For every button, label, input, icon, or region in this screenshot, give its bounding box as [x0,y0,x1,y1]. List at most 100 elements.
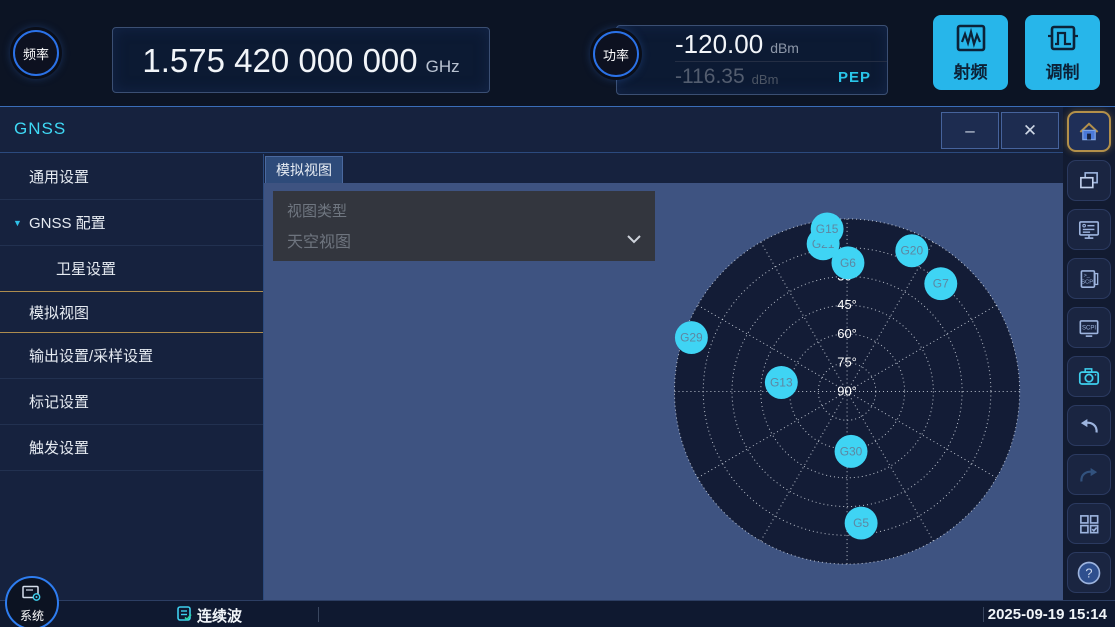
power-value: -120.00 [675,29,763,60]
sidebar-item-label: 输出设置/采样设置 [29,345,153,366]
satellite-G20[interactable]: G20 [895,234,928,267]
tab-bar: 模拟视图 [264,154,1063,183]
satellite-label: G13 [770,375,793,389]
satellite-G30[interactable]: G30 [835,435,868,468]
scpi-monitor-button[interactable]: SCPI [1067,307,1111,348]
satellite-G29[interactable]: G29 [675,321,708,354]
scpi-command-button[interactable]: >_SCPI [1067,258,1111,299]
sidebar-item-0[interactable]: 通用设置 [0,154,263,200]
satellite-label: G7 [933,277,949,291]
satellite-label: G15 [816,222,839,236]
satellite-G5[interactable]: G5 [845,507,878,540]
satellite-G6[interactable]: G6 [831,246,864,279]
scpi-command-icon: >_SCPI [1076,266,1102,292]
camera-icon [1076,364,1102,390]
close-button[interactable]: ✕ [1001,112,1059,149]
screen: 频率 1.575 420 000 000 GHz 功率 -120.00 dBm … [0,0,1115,627]
right-toolbar: >_SCPI SCPI ? [1063,106,1115,600]
undo-icon [1076,413,1102,439]
pep-value: -116.35 [675,65,745,89]
top-bar: 频率 1.575 420 000 000 GHz 功率 -120.00 dBm … [0,0,1115,106]
redo-button[interactable] [1067,454,1111,495]
sidebar-item-6[interactable]: 触发设置 [0,425,263,471]
sidebar-item-label: 模拟视图 [29,302,89,323]
modulation-pulse-icon [1046,23,1080,53]
instrument-config-button[interactable] [1067,209,1111,250]
home-button[interactable] [1067,111,1111,152]
window-body: 通用设置▼GNSS 配置卫星设置模拟视图输出设置/采样设置标记设置触发设置 模拟… [0,154,1063,600]
redo-icon [1076,462,1102,488]
status-divider [318,607,319,622]
power-badge[interactable]: 功率 [593,31,639,77]
pep-unit: dBm [752,68,779,87]
power-badge-label: 功率 [603,45,629,64]
content-area: 90°75°60°45°30°G21G15G20G6G7G29G13G30G5 … [264,183,1063,600]
rf-button[interactable]: 射频 [933,15,1008,90]
chevron-down-icon [627,231,641,249]
sidebar-item-2[interactable]: 卫星设置 [0,246,263,292]
window-title: GNSS [14,119,66,139]
view-type-label: 视图类型 [287,200,641,221]
elevation-label: 45° [837,297,857,312]
undo-button[interactable] [1067,405,1111,446]
system-button[interactable]: 系统 [5,576,59,627]
sidebar-item-label: 卫星设置 [56,258,116,279]
elevation-label: 75° [837,355,857,370]
tab-simulation-view[interactable]: 模拟视图 [265,156,343,183]
power-panel[interactable]: -120.00 dBm -116.35 dBm PEP [616,25,888,95]
close-icon: ✕ [1023,121,1037,141]
frequency-badge[interactable]: 频率 [13,30,59,76]
satellite-label: G30 [840,444,863,458]
frequency-badge-label: 频率 [23,44,49,63]
satellite-label: G6 [840,256,856,270]
sidebar-item-label: GNSS 配置 [29,212,106,233]
system-button-label: 系统 [20,607,44,624]
window-layout-button[interactable] [1067,160,1111,201]
continuous-wave-icon [176,605,193,626]
sidebar-item-3[interactable]: 模拟视图 [0,291,263,333]
modulation-button[interactable]: 调制 [1025,15,1100,90]
content: 模拟视图 90°75°60°45°30°G21G15G20G6G7G29G13G… [264,154,1063,600]
system-gear-icon [21,585,43,606]
home-icon [1076,119,1102,145]
pep-label: PEP [838,69,887,86]
satellite-G7[interactable]: G7 [924,267,957,300]
svg-text:SCPI: SCPI [1082,325,1096,331]
window-title-bar: GNSS – ✕ [0,107,1063,153]
frequency-panel[interactable]: 1.575 420 000 000 GHz [112,27,490,93]
sidebar-item-label: 标记设置 [29,391,89,412]
waveform-mode: 连续波 [176,605,242,626]
view-type-value: 天空视图 [287,228,351,252]
svg-text:>_: >_ [1084,272,1091,278]
sidebar: 通用设置 ▼ GNSS 配置卫星设置模拟视图输出设置/采样设置标记设置触发设置 [0,154,264,600]
expand-triangle-icon[interactable]: ▼ [13,218,22,228]
status-bar: 连续波 2025-09-19 15:14 [0,600,1115,627]
grid-check-icon [1076,511,1102,537]
sidebar-item-5[interactable]: 标记设置 [0,379,263,425]
minimize-icon: – [965,121,974,141]
gnss-window: GNSS – ✕ 通用设置▼GNSS 配置卫星设置模拟视图输出设置/采样设置标记… [0,106,1063,600]
minimize-button[interactable]: – [941,112,999,149]
svg-text:SCPI: SCPI [1081,279,1095,285]
rf-waveform-icon [954,23,988,53]
power-row: -120.00 dBm [675,28,887,62]
frequency-value: 1.575 420 000 000 [142,42,417,80]
sidebar-item-label: 触发设置 [29,437,89,458]
sidebar-item-4[interactable]: 输出设置/采样设置 [0,333,263,379]
satellite-label: G20 [900,244,923,258]
waveform-mode-label: 连续波 [197,605,242,626]
view-type-select[interactable]: 视图类型 天空视图 [273,191,655,261]
screenshot-button[interactable] [1067,356,1111,397]
preset-grid-button[interactable] [1067,503,1111,544]
help-button[interactable]: ? [1067,552,1111,593]
satellite-G15[interactable]: G15 [811,212,844,245]
scpi-monitor-icon: SCPI [1076,315,1102,341]
elevation-label: 90° [837,383,857,398]
svg-text:?: ? [1085,565,1092,580]
sidebar-item-1[interactable]: ▼ GNSS 配置 [0,200,263,246]
status-divider [983,607,984,622]
windows-icon [1076,168,1102,194]
satellite-G13[interactable]: G13 [765,366,798,399]
datetime: 2025-09-19 15:14 [988,606,1107,623]
modulation-button-label: 调制 [1046,58,1080,83]
